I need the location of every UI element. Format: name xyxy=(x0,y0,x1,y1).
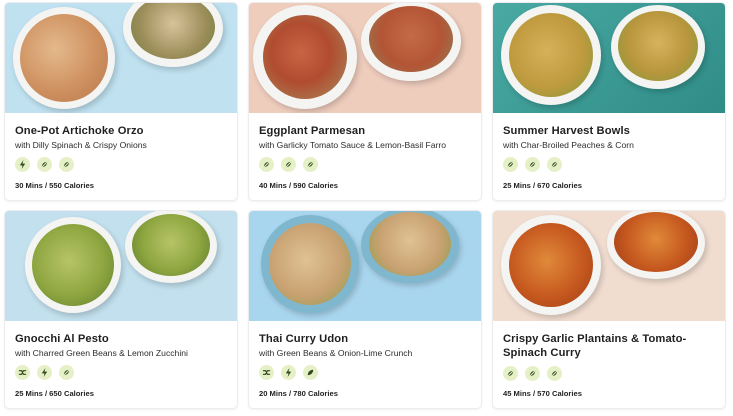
food-image xyxy=(263,15,347,99)
food-image xyxy=(614,212,698,272)
recipe-meta: 25 Mins / 650 Calories xyxy=(15,389,94,398)
vegetarian-icon xyxy=(525,157,540,172)
recipe-tags xyxy=(259,157,471,172)
vegetarian-icon xyxy=(59,157,74,172)
food-image xyxy=(132,214,210,276)
no-meat-icon xyxy=(503,366,518,381)
vegetarian-icon xyxy=(303,157,318,172)
recipe-title[interactable]: Crispy Garlic Plantains & Tomato-Spinach… xyxy=(503,332,715,360)
food-image xyxy=(32,224,114,306)
no-meat-icon xyxy=(503,157,518,172)
recipe-title[interactable]: Gnocchi Al Pesto xyxy=(15,332,227,346)
vegetarian-icon xyxy=(547,366,562,381)
recipe-subtitle: with Dilly Spinach & Crispy Onions xyxy=(15,140,147,150)
vegetarian-icon xyxy=(525,366,540,381)
recipe-meta: 30 Mins / 550 Calories xyxy=(15,181,94,190)
quick-icon xyxy=(37,365,52,380)
recipe-meta: 25 Mins / 670 Calories xyxy=(503,181,582,190)
no-meat-icon xyxy=(37,157,52,172)
quick-icon xyxy=(281,365,296,380)
recipe-tags xyxy=(503,157,715,172)
recipe-subtitle: with Garlicky Tomato Sauce & Lemon-Basil… xyxy=(259,140,447,150)
food-image xyxy=(20,14,108,102)
food-image xyxy=(509,223,593,307)
vegetarian-icon xyxy=(59,365,74,380)
recipe-title[interactable]: Eggplant Parmesan xyxy=(259,124,471,138)
shuffle-icon xyxy=(259,365,274,380)
recipe-card-artichoke-orzo[interactable]: One-Pot Artichoke Orzo with Dilly Spinac… xyxy=(5,3,237,200)
recipe-photo[interactable] xyxy=(5,3,237,113)
food-image xyxy=(618,11,698,81)
recipe-subtitle: with Charred Green Beans & Lemon Zucchin… xyxy=(15,348,188,358)
recipe-title[interactable]: One-Pot Artichoke Orzo xyxy=(15,124,227,138)
recipe-card-gnocchi-al-pesto[interactable]: Gnocchi Al Pesto with Charred Green Bean… xyxy=(5,211,237,408)
shuffle-icon xyxy=(15,365,30,380)
recipe-subtitle: with Green Beans & Onion-Lime Crunch xyxy=(259,348,413,358)
recipe-meta: 20 Mins / 780 Calories xyxy=(259,389,338,398)
food-image xyxy=(369,6,453,72)
recipe-photo[interactable] xyxy=(249,3,481,113)
recipe-tags xyxy=(15,365,227,380)
recipe-grid: One-Pot Artichoke Orzo with Dilly Spinac… xyxy=(0,0,733,416)
recipe-meta: 45 Mins / 570 Calories xyxy=(503,389,582,398)
recipe-photo[interactable] xyxy=(493,3,725,113)
no-meat-icon xyxy=(259,157,274,172)
recipe-photo[interactable] xyxy=(5,211,237,321)
recipe-card-garlic-plantains-curry[interactable]: Crispy Garlic Plantains & Tomato-Spinach… xyxy=(493,211,725,408)
recipe-title[interactable]: Thai Curry Udon xyxy=(259,332,471,346)
recipe-meta: 40 Mins / 590 Calories xyxy=(259,181,338,190)
food-image xyxy=(269,223,351,305)
quick-icon xyxy=(15,157,30,172)
recipe-subtitle: with Char-Broiled Peaches & Corn xyxy=(503,140,634,150)
recipe-tags xyxy=(503,366,715,381)
vegetarian-icon xyxy=(281,157,296,172)
food-image xyxy=(369,212,451,276)
recipe-card-eggplant-parmesan[interactable]: Eggplant Parmesan with Garlicky Tomato S… xyxy=(249,3,481,200)
leaf-icon xyxy=(303,365,318,380)
recipe-photo[interactable] xyxy=(493,211,725,321)
recipe-tags xyxy=(15,157,227,172)
recipe-tags xyxy=(259,365,471,380)
recipe-card-thai-curry-udon[interactable]: Thai Curry Udon with Green Beans & Onion… xyxy=(249,211,481,408)
vegetarian-icon xyxy=(547,157,562,172)
recipe-title[interactable]: Summer Harvest Bowls xyxy=(503,124,715,138)
food-image xyxy=(509,13,593,97)
recipe-card-summer-harvest-bowls[interactable]: Summer Harvest Bowls with Char-Broiled P… xyxy=(493,3,725,200)
recipe-photo[interactable] xyxy=(249,211,481,321)
